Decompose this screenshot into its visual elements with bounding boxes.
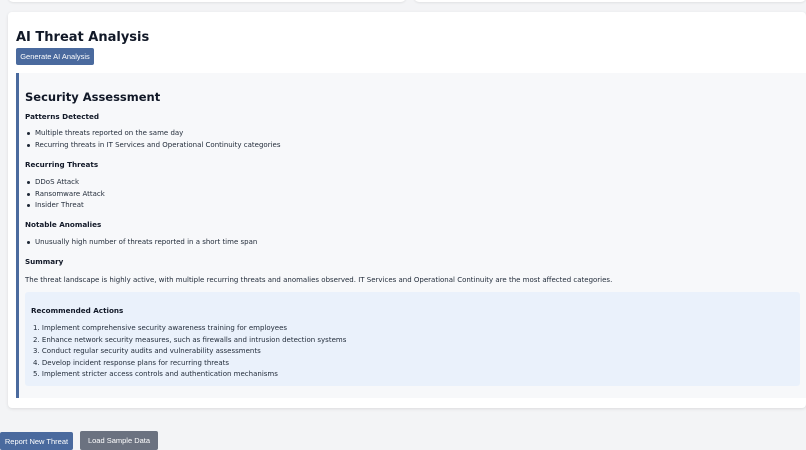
list-item-text: Ransomware Attack — [35, 190, 105, 198]
bullet-icon — [27, 143, 30, 147]
report-new-threat-button[interactable]: Report New Threat — [0, 432, 73, 450]
patterns-heading: Patterns Detected — [25, 112, 99, 121]
bullet-icon — [27, 240, 30, 244]
recommendation-item: 5. Implement stricter access controls an… — [33, 370, 278, 378]
anomalies-heading: Notable Anomalies — [25, 220, 102, 229]
list-item: Multiple threats reported on the same da… — [27, 129, 183, 137]
list-item: Insider Threat — [27, 201, 84, 209]
top-card-right — [414, 0, 806, 2]
recommended-actions-box: Recommended Actions 1. Implement compreh… — [25, 292, 800, 386]
list-item: Ransomware Attack — [27, 190, 105, 198]
recurring-heading: Recurring Threats — [25, 160, 99, 169]
top-card-left — [8, 0, 406, 2]
list-item-text: Multiple threats reported on the same da… — [35, 129, 184, 137]
list-item-text: Insider Threat — [35, 201, 84, 209]
bullet-icon — [27, 131, 30, 135]
bullet-icon — [27, 180, 30, 184]
top-cards — [0, 0, 806, 4]
list-item: Recurring threats in IT Services and Ope… — [27, 141, 280, 149]
security-assessment-card: Security Assessment Patterns Detected Mu… — [16, 73, 806, 398]
summary-heading: Summary — [25, 257, 64, 266]
list-item-text: Unusually high number of threats reporte… — [35, 238, 258, 246]
recommended-heading: Recommended Actions — [31, 306, 124, 315]
section-title: AI Threat Analysis — [16, 30, 150, 45]
recommendation-item: 2. Enhance network security measures, su… — [33, 336, 347, 344]
assessment-title: Security Assessment — [25, 90, 161, 104]
recommendation-item: 4. Develop incident response plans for r… — [33, 359, 230, 367]
list-item: Unusually high number of threats reporte… — [27, 238, 257, 246]
list-item-text: Recurring threats in IT Services and Ope… — [35, 141, 281, 149]
ai-threat-analysis-panel: AI Threat Analysis Generate AI Analysis … — [8, 12, 806, 408]
recommendation-item: 1. Implement comprehensive security awar… — [33, 324, 288, 332]
bullet-icon — [27, 192, 30, 196]
generate-ai-analysis-button[interactable]: Generate AI Analysis — [16, 48, 94, 65]
list-item-text: DDoS Attack — [35, 178, 80, 186]
recommendation-item: 3. Conduct regular security audits and v… — [33, 347, 261, 355]
summary-text: The threat landscape is highly active, w… — [25, 276, 613, 284]
list-item: DDoS Attack — [27, 178, 79, 186]
bullet-icon — [27, 203, 30, 207]
load-sample-data-button[interactable]: Load Sample Data — [80, 431, 158, 450]
